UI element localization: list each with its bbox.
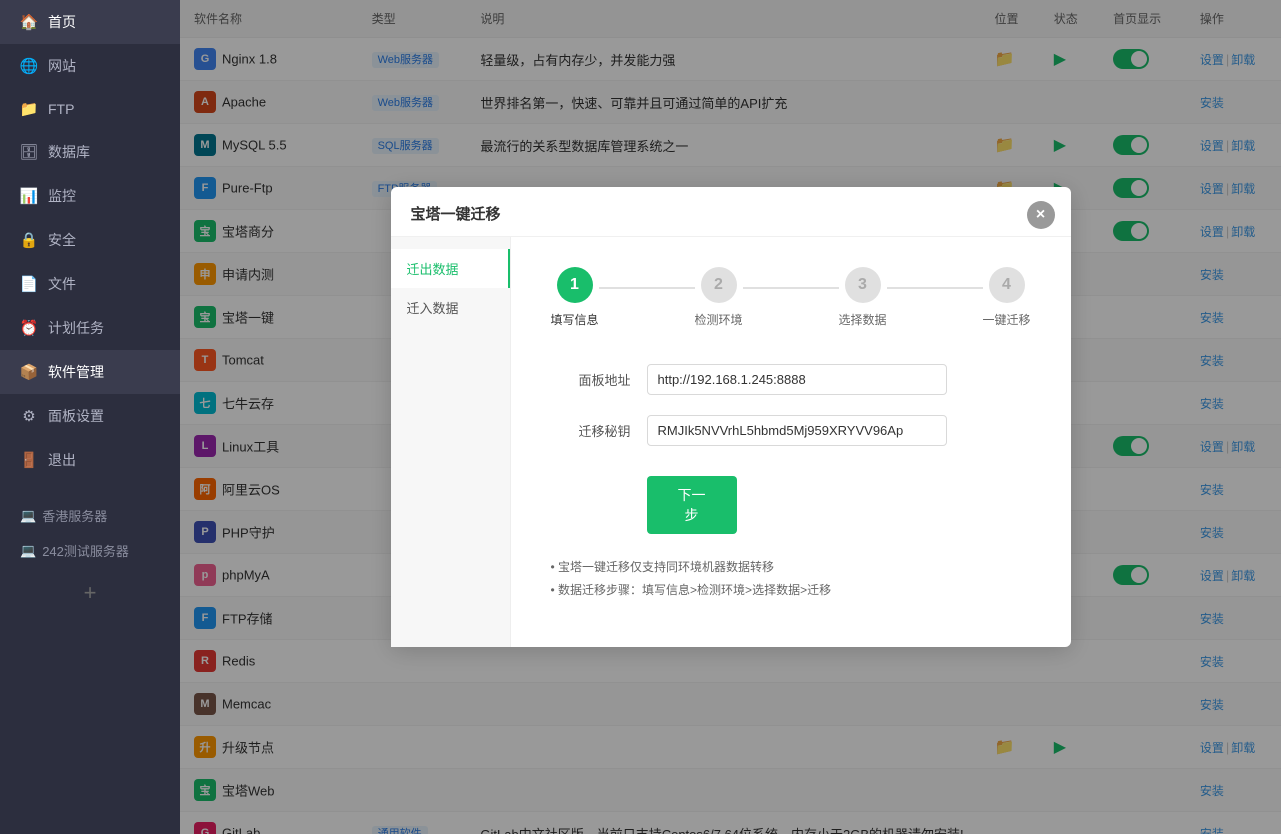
tab-import[interactable]: 迁入数据 <box>391 288 510 327</box>
migration-key-label: 迁移秘钥 <box>551 421 631 440</box>
modal-body: 迁出数据 迁入数据 1 填写信息 2 检测环境 <box>391 237 1071 647</box>
server-list: 💻 香港服务器 💻 242测试服务器 + <box>0 498 180 618</box>
logout-icon: 🚪 <box>20 451 38 469</box>
step-circle-4: 4 <box>989 267 1025 303</box>
database-icon: 🗄 <box>20 143 38 161</box>
sidebar-item-label: 文件 <box>48 274 76 294</box>
sidebar-item-monitor[interactable]: 📊 监控 <box>0 174 180 218</box>
files-icon: 📄 <box>20 275 38 293</box>
sidebar-item-logout[interactable]: 🚪 退出 <box>0 438 180 482</box>
migration-modal: 宝塔一键迁移 × 迁出数据 迁入数据 1 填写信息 <box>391 187 1071 647</box>
sidebar-item-label: 面板设置 <box>48 406 104 426</box>
main-content: 软件名称 类型 说明 位置 状态 首页显示 操作 GNginx 1.8Web服务… <box>180 0 1281 834</box>
sidebar-item-ftp[interactable]: 📁 FTP <box>0 88 180 130</box>
migration-key-input[interactable] <box>647 415 947 446</box>
server-label: 242测试服务器 <box>42 541 129 560</box>
modal-title: 宝塔一键迁移 <box>411 203 1051 224</box>
sidebar-item-home[interactable]: 🏠 首页 <box>0 0 180 44</box>
sidebar-item-label: 计划任务 <box>48 318 104 338</box>
sidebar-item-label: 安全 <box>48 230 76 250</box>
server-icon: 💻 <box>20 543 36 559</box>
panel-address-input[interactable] <box>647 364 947 395</box>
add-icon: + <box>84 580 97 606</box>
next-button[interactable]: 下一步 <box>647 476 737 534</box>
step-circle-2: 2 <box>701 267 737 303</box>
modal-close-button[interactable]: × <box>1027 201 1055 229</box>
modal-content-area: 1 填写信息 2 检测环境 3 选择数据 <box>511 237 1071 647</box>
step-1: 1 填写信息 <box>551 267 599 328</box>
sidebar-item-panel[interactable]: ⚙ 面板设置 <box>0 394 180 438</box>
sidebar-item-tasks[interactable]: ⏰ 计划任务 <box>0 306 180 350</box>
step-label-2: 检测环境 <box>695 311 743 328</box>
sidebar-item-label: 退出 <box>48 450 76 470</box>
panel-address-label: 面板地址 <box>551 370 631 389</box>
notes-section: 宝塔一键迁移仅支持同环境机器数据转移 数据迁移步骤：填写信息>检测环境>选择数据… <box>551 558 1031 604</box>
sidebar-item-website[interactable]: 🌐 网站 <box>0 44 180 88</box>
step-line-2-3 <box>743 287 839 289</box>
modal-overlay: 宝塔一键迁移 × 迁出数据 迁入数据 1 填写信息 <box>180 0 1281 834</box>
modal-tabs: 迁出数据 迁入数据 <box>391 237 511 647</box>
server-item-242[interactable]: 💻 242测试服务器 <box>10 533 170 568</box>
note-2: 数据迁移步骤：填写信息>检测环境>选择数据>迁移 <box>551 581 1031 598</box>
sidebar-item-label: 软件管理 <box>48 362 104 382</box>
tasks-icon: ⏰ <box>20 319 38 337</box>
security-icon: 🔒 <box>20 231 38 249</box>
sidebar: 🏠 首页 🌐 网站 📁 FTP 🗄 数据库 📊 监控 🔒 安全 📄 文件 ⏰ 计… <box>0 0 180 834</box>
steps-indicator: 1 填写信息 2 检测环境 3 选择数据 <box>551 267 1031 328</box>
server-icon: 💻 <box>20 508 36 524</box>
monitor-icon: 📊 <box>20 187 38 205</box>
step-label-3: 选择数据 <box>839 311 887 328</box>
sidebar-item-label: 首页 <box>48 12 76 32</box>
migration-key-group: 迁移秘钥 <box>551 415 1031 446</box>
sidebar-item-security[interactable]: 🔒 安全 <box>0 218 180 262</box>
sidebar-item-files[interactable]: 📄 文件 <box>0 262 180 306</box>
step-4: 4 一键迁移 <box>983 267 1031 328</box>
tab-export[interactable]: 迁出数据 <box>391 249 510 288</box>
step-circle-3: 3 <box>845 267 881 303</box>
sidebar-item-label: 数据库 <box>48 142 90 162</box>
sidebar-item-label: 监控 <box>48 186 76 206</box>
software-icon: 📦 <box>20 363 38 381</box>
sidebar-item-label: FTP <box>48 101 74 117</box>
ftp-icon: 📁 <box>20 100 38 118</box>
add-server-button[interactable]: + <box>20 572 160 614</box>
home-icon: 🏠 <box>20 13 38 31</box>
step-3: 3 选择数据 <box>839 267 887 328</box>
modal-header: 宝塔一键迁移 <box>391 187 1071 237</box>
step-label-1: 填写信息 <box>551 311 599 328</box>
panel-address-group: 面板地址 <box>551 364 1031 395</box>
panel-icon: ⚙ <box>20 407 38 425</box>
server-label: 香港服务器 <box>42 506 107 525</box>
sidebar-item-database[interactable]: 🗄 数据库 <box>0 130 180 174</box>
website-icon: 🌐 <box>20 57 38 75</box>
step-2: 2 检测环境 <box>695 267 743 328</box>
sidebar-item-label: 网站 <box>48 56 76 76</box>
step-label-4: 一键迁移 <box>983 311 1031 328</box>
server-item-hongkong[interactable]: 💻 香港服务器 <box>10 498 170 533</box>
note-1: 宝塔一键迁移仅支持同环境机器数据转移 <box>551 558 1031 575</box>
step-line-3-4 <box>887 287 983 289</box>
sidebar-item-software[interactable]: 📦 软件管理 <box>0 350 180 394</box>
step-circle-1: 1 <box>557 267 593 303</box>
step-line-1-2 <box>599 287 695 289</box>
